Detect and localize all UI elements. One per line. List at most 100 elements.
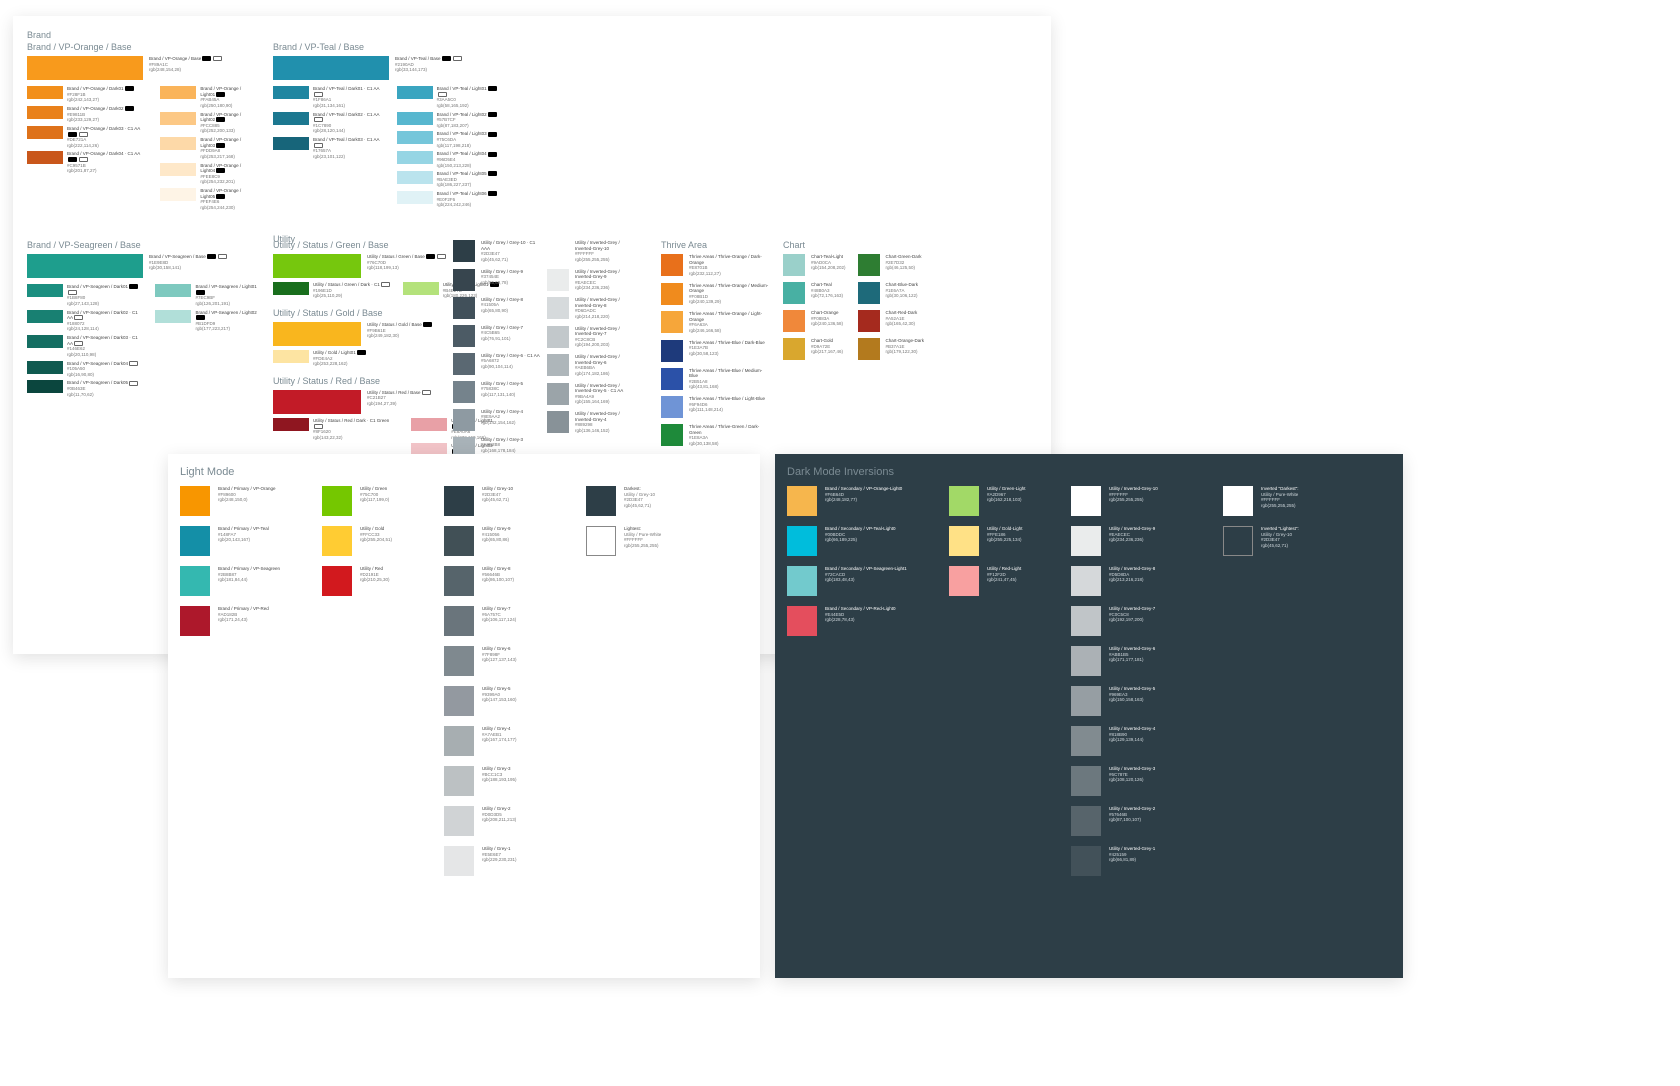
title-light-mode: Light Mode — [180, 466, 748, 478]
swatch: Utility / Grey-4#A7AEB1rgb(167,174,177) — [444, 726, 574, 756]
swatch-meta: Brand / Secondary / VP-Orange-Light0#F6B… — [825, 486, 902, 503]
swatch: Brand / VP-Seagreen / Light02#B1DFD9rgb(… — [155, 310, 257, 333]
swatch: Utility / Grey / Grey-10 · C1 AAA#2D3E47… — [453, 240, 543, 263]
swatch-chip — [453, 325, 475, 347]
swatch-chip — [949, 486, 979, 516]
group-seagreen: Brand / VP-Seagreen / Base Brand / VP-Se… — [27, 240, 257, 400]
swatch-chip — [1071, 726, 1101, 756]
swatch: Utility / Grey / Grey-6 · C1 AA#5A6872rg… — [453, 353, 543, 375]
swatch: Brand / VP-Orange / Light02#FCC885rgb(25… — [160, 112, 257, 135]
swatch: Utility / Status / Red / Dark · C1 Green… — [273, 418, 399, 441]
swatch-meta: Brand / VP-Seagreen / Dark04#105A50rgb(1… — [67, 361, 139, 378]
swatch-meta: Brand / VP-Orange / Light03#FDD9A8rgb(25… — [200, 137, 257, 160]
swatch-chip — [27, 126, 63, 139]
swatch-chip — [453, 269, 475, 291]
swatch: Utility / Inverted-Grey / Inverted-Grey-… — [547, 269, 637, 292]
swatch: Chart-Green-Dark#2E7D32rgb(46,125,50) — [858, 254, 925, 276]
swatch-chip — [453, 409, 475, 431]
swatch: Utility / Grey / Grey-8#41505Argb(65,80,… — [453, 297, 543, 319]
swatch-chip — [661, 396, 683, 418]
swatch-meta: Utility / Grey-7#6A757Crgb(106,117,124) — [482, 606, 516, 623]
heading-seagreen: Brand / VP-Seagreen / Base — [27, 240, 257, 250]
swatch-chip — [1071, 686, 1101, 716]
swatch-meta: Thrive Areas / Thrive-Orange / Dark-Oran… — [689, 254, 771, 277]
swatch-chip — [160, 188, 196, 201]
swatch: Chart-Teal-Light#9AD0CArgb(154,208,202) — [783, 254, 846, 276]
swatch: Brand / VP-Seagreen / Dark01#1B8F80rgb(2… — [27, 284, 143, 307]
swatch-meta: Brand / VP-Seagreen / Light01#7EC9BFrgb(… — [195, 284, 257, 307]
swatch-meta: Utility / Green#75C700rgb(117,199,0) — [360, 486, 389, 503]
swatch: Brand / VP-Orange / Light04#FEE8C9rgb(25… — [160, 163, 257, 186]
swatch-meta: Utility / Status / Green / Dark · C1#196… — [313, 282, 391, 299]
swatch-chip — [453, 381, 475, 403]
title-dark-mode: Dark Mode Inversions — [787, 466, 1391, 478]
swatch-meta: Utility / Grey / Grey-3#A8B2B8rgb(168,17… — [481, 437, 523, 454]
swatch-chip — [547, 326, 569, 348]
swatch-meta: Utility / Red-Light#F12F2Drgb(241,47,45) — [987, 566, 1021, 583]
swatch: Utility / Inverted-Grey / Inverted-Grey-… — [547, 411, 637, 434]
swatch: Utility / Grey / Grey-5#75838Crgb(117,13… — [453, 381, 543, 403]
swatch: Utility / Status / Green / Dark · C1#196… — [273, 282, 391, 299]
swatch: Chart-Blue-Dark#1E6A7Argb(30,106,122) — [858, 282, 925, 304]
heading-thrive: Thrive Area — [661, 240, 771, 250]
swatch: Chart-Red-Dark#A52A1Ergb(165,42,30) — [858, 310, 925, 332]
swatch-meta: Utility / Grey / Grey-10 · C1 AAA#2D3E47… — [481, 240, 543, 263]
swatch-chip — [160, 137, 196, 150]
swatch: Brand / Secondary / VP-Seagreen-Light1#7… — [787, 566, 937, 596]
swatch-chip — [273, 418, 309, 431]
swatch-meta: Utility / Grey-10#2D3E47rgb(45,62,71) — [482, 486, 513, 503]
swatch: Brand / VP-Orange / Light01#FAB45Argb(25… — [160, 86, 257, 109]
swatch-chip — [547, 354, 569, 376]
swatch-chip — [858, 282, 880, 304]
swatch-chip — [787, 526, 817, 556]
swatch: Brand / VP-Seagreen / Dark02 · C1 AA#188… — [27, 310, 143, 333]
swatch-meta: Brand / VP-Orange / Dark01#F28F1Brgb(242… — [67, 86, 135, 103]
swatch-meta: Utility / Grey / Grey-6 · C1 AA#5A6872rg… — [481, 353, 540, 370]
swatch: Utility / Inverted-Grey / Inverted-Grey-… — [547, 354, 637, 377]
swatch-meta: Chart-Red-Dark#A52A1Ergb(165,42,30) — [886, 310, 918, 327]
swatch: Utility / Inverted-Grey / Inverted-Grey-… — [547, 326, 637, 349]
swatch-chip — [783, 310, 805, 332]
swatch: Utility / Inverted-Grey-7#C0C5C8rgb(192,… — [1071, 606, 1211, 636]
swatch: Utility / Green-Light#A2D967rgb(162,218,… — [949, 486, 1059, 516]
swatch: Brand / VP-Seagreen / Dark03 · C1 AA#146… — [27, 335, 143, 358]
swatch-chip — [273, 86, 309, 99]
swatch-chip — [160, 112, 196, 125]
swatch: Brand / Secondary / VP-Orange-Light0#F6B… — [787, 486, 937, 516]
swatch-meta: Brand / VP-Orange / Light04#FEE8C9rgb(25… — [200, 163, 257, 186]
swatch-chip — [397, 191, 433, 204]
swatch-meta: Thrive Areas / Thrive-Blue / Dark-Blue#1… — [689, 340, 765, 357]
swatch-meta: Brand / VP-Orange / Dark04 · C1 AA#C9571… — [67, 151, 148, 174]
swatch-teal-base: Brand / VP-Teal / Base #2190ADrgb(33,144… — [273, 56, 503, 80]
swatch-chip — [1071, 846, 1101, 876]
swatch: Thrive Areas / Thrive-Orange / Light-Ora… — [661, 311, 771, 334]
swatch-meta: Brand / Secondary / VP-Teal-Light0#00BDD… — [825, 526, 896, 543]
swatch-chip — [160, 163, 196, 176]
swatch-meta: Brand / VP-Orange / Light02#FCC885rgb(25… — [200, 112, 257, 135]
swatch-meta: Utility / Grey-6#7F898Frgb(127,137,143) — [482, 646, 517, 663]
swatch-chip — [547, 411, 569, 433]
swatch-meta: Utility / Inverted-Grey-3#6C787Ergb(108,… — [1109, 766, 1155, 783]
swatch: Thrive Areas / Thrive-Blue / Medium-Blue… — [661, 368, 771, 391]
swatch-meta: Brand / VP-Seagreen / Base #1E9E8Drgb(30… — [149, 254, 228, 271]
swatch-chip — [949, 526, 979, 556]
swatch-chip — [444, 566, 474, 596]
swatch-chip — [858, 310, 880, 332]
swatch-meta: Utility / Status / Gold / Base #F9B61Erg… — [367, 322, 433, 339]
swatch-chip — [547, 269, 569, 291]
swatch-chip — [180, 526, 210, 556]
swatch-meta: Brand / VP-Teal / Light05#BAE3EDrgb(186,… — [437, 171, 498, 188]
swatch-meta: Brand / VP-Teal / Light06#E0F2F6rgb(224,… — [437, 191, 498, 208]
swatch-chip — [1071, 486, 1101, 516]
swatch: Utility / Grey-10#2D3E47rgb(45,62,71) — [444, 486, 574, 516]
swatch: Brand / VP-Teal / Light04#96D5E4rgb(150,… — [397, 151, 503, 168]
swatch: Brand / VP-Teal / Light01#3AA5C0rgb(58,1… — [397, 86, 503, 109]
swatch: Thrive Areas / Thrive-Green / Dark-Green… — [661, 424, 771, 447]
swatch-meta: Brand / VP-Seagreen / Dark02 · C1 AA#188… — [67, 310, 143, 333]
swatch-chip — [453, 240, 475, 262]
swatch-chip — [1071, 606, 1101, 636]
swatch: Utility / Inverted-Grey-5#969EA3rgb(150,… — [1071, 686, 1211, 716]
swatch-chip — [397, 112, 433, 125]
swatch-chip — [444, 846, 474, 876]
swatch-chip — [273, 56, 389, 80]
